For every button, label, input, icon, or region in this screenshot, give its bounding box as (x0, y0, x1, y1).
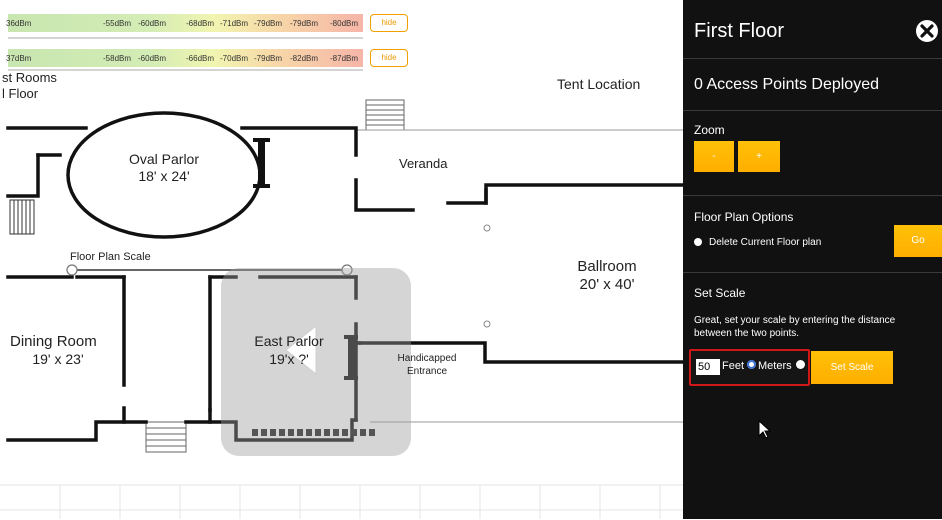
floor-plan-options-section: Floor Plan Options Delete Current Floor … (683, 195, 942, 273)
close-icon[interactable] (916, 20, 938, 42)
delete-floorplan-radio[interactable] (694, 238, 702, 246)
east-parlor-label: East Parlor (254, 333, 324, 349)
options-title: Floor Plan Options (694, 210, 794, 224)
meters-radio[interactable] (796, 360, 805, 369)
zoom-out-button[interactable]: - (694, 141, 734, 172)
delete-floorplan-label: Delete Current Floor plan (709, 237, 822, 248)
dining-room-label: Dining Room (10, 333, 97, 350)
scale-input-group: Feet Meters (689, 349, 810, 386)
ballroom-label: Ballroom (577, 258, 637, 275)
access-points-count: 0 Access Points Deployed (694, 76, 879, 93)
panel-title: First Floor (694, 20, 784, 42)
floor-plan-scale-label: Floor Plan Scale (70, 251, 151, 263)
set-scale-section: Set Scale Great, set your scale by enter… (683, 272, 942, 520)
feet-label: Feet (722, 360, 745, 372)
set-scale-help: Great, set your scale by entering the di… (694, 315, 896, 339)
dining-room-size: 19' x 23' (32, 351, 84, 367)
mouse-cursor-icon (758, 420, 772, 439)
zoom-section: Zoom - + (683, 110, 942, 196)
go-button[interactable]: Go (894, 225, 942, 257)
veranda-label: Veranda (399, 156, 448, 171)
tent-location-label: Tent Location (557, 76, 641, 92)
handicapped-label: Handicapped (397, 353, 457, 364)
play-pointer-icon (285, 324, 317, 376)
east-parlor-size: 19'x ?' (269, 351, 309, 367)
floor-corner-label: st Rooms (2, 70, 57, 85)
oval-parlor-size: 18' x 24' (138, 168, 190, 184)
floor-plan-canvas[interactable]: 36dBm -55dBm -60dBm -68dBm -71dBm -79dBm… (0, 0, 683, 519)
feet-radio[interactable] (747, 360, 756, 369)
zoom-label: Zoom (694, 123, 725, 137)
floor-settings-panel: First Floor 0 Access Points Deployed Zoo… (683, 0, 942, 519)
scale-distance-input[interactable] (696, 359, 720, 375)
entrance-label: Entrance (406, 366, 448, 377)
access-points-section: 0 Access Points Deployed (683, 58, 942, 111)
zoom-in-button[interactable]: + (738, 141, 780, 172)
floor-corner-label: l Floor (2, 86, 39, 101)
meters-label: Meters (758, 360, 792, 372)
ballroom-size: 20' x 40' (579, 276, 635, 293)
set-scale-title: Set Scale (694, 286, 746, 300)
oval-parlor-label: Oval Parlor (128, 151, 200, 167)
set-scale-button[interactable]: Set Scale (811, 351, 893, 384)
